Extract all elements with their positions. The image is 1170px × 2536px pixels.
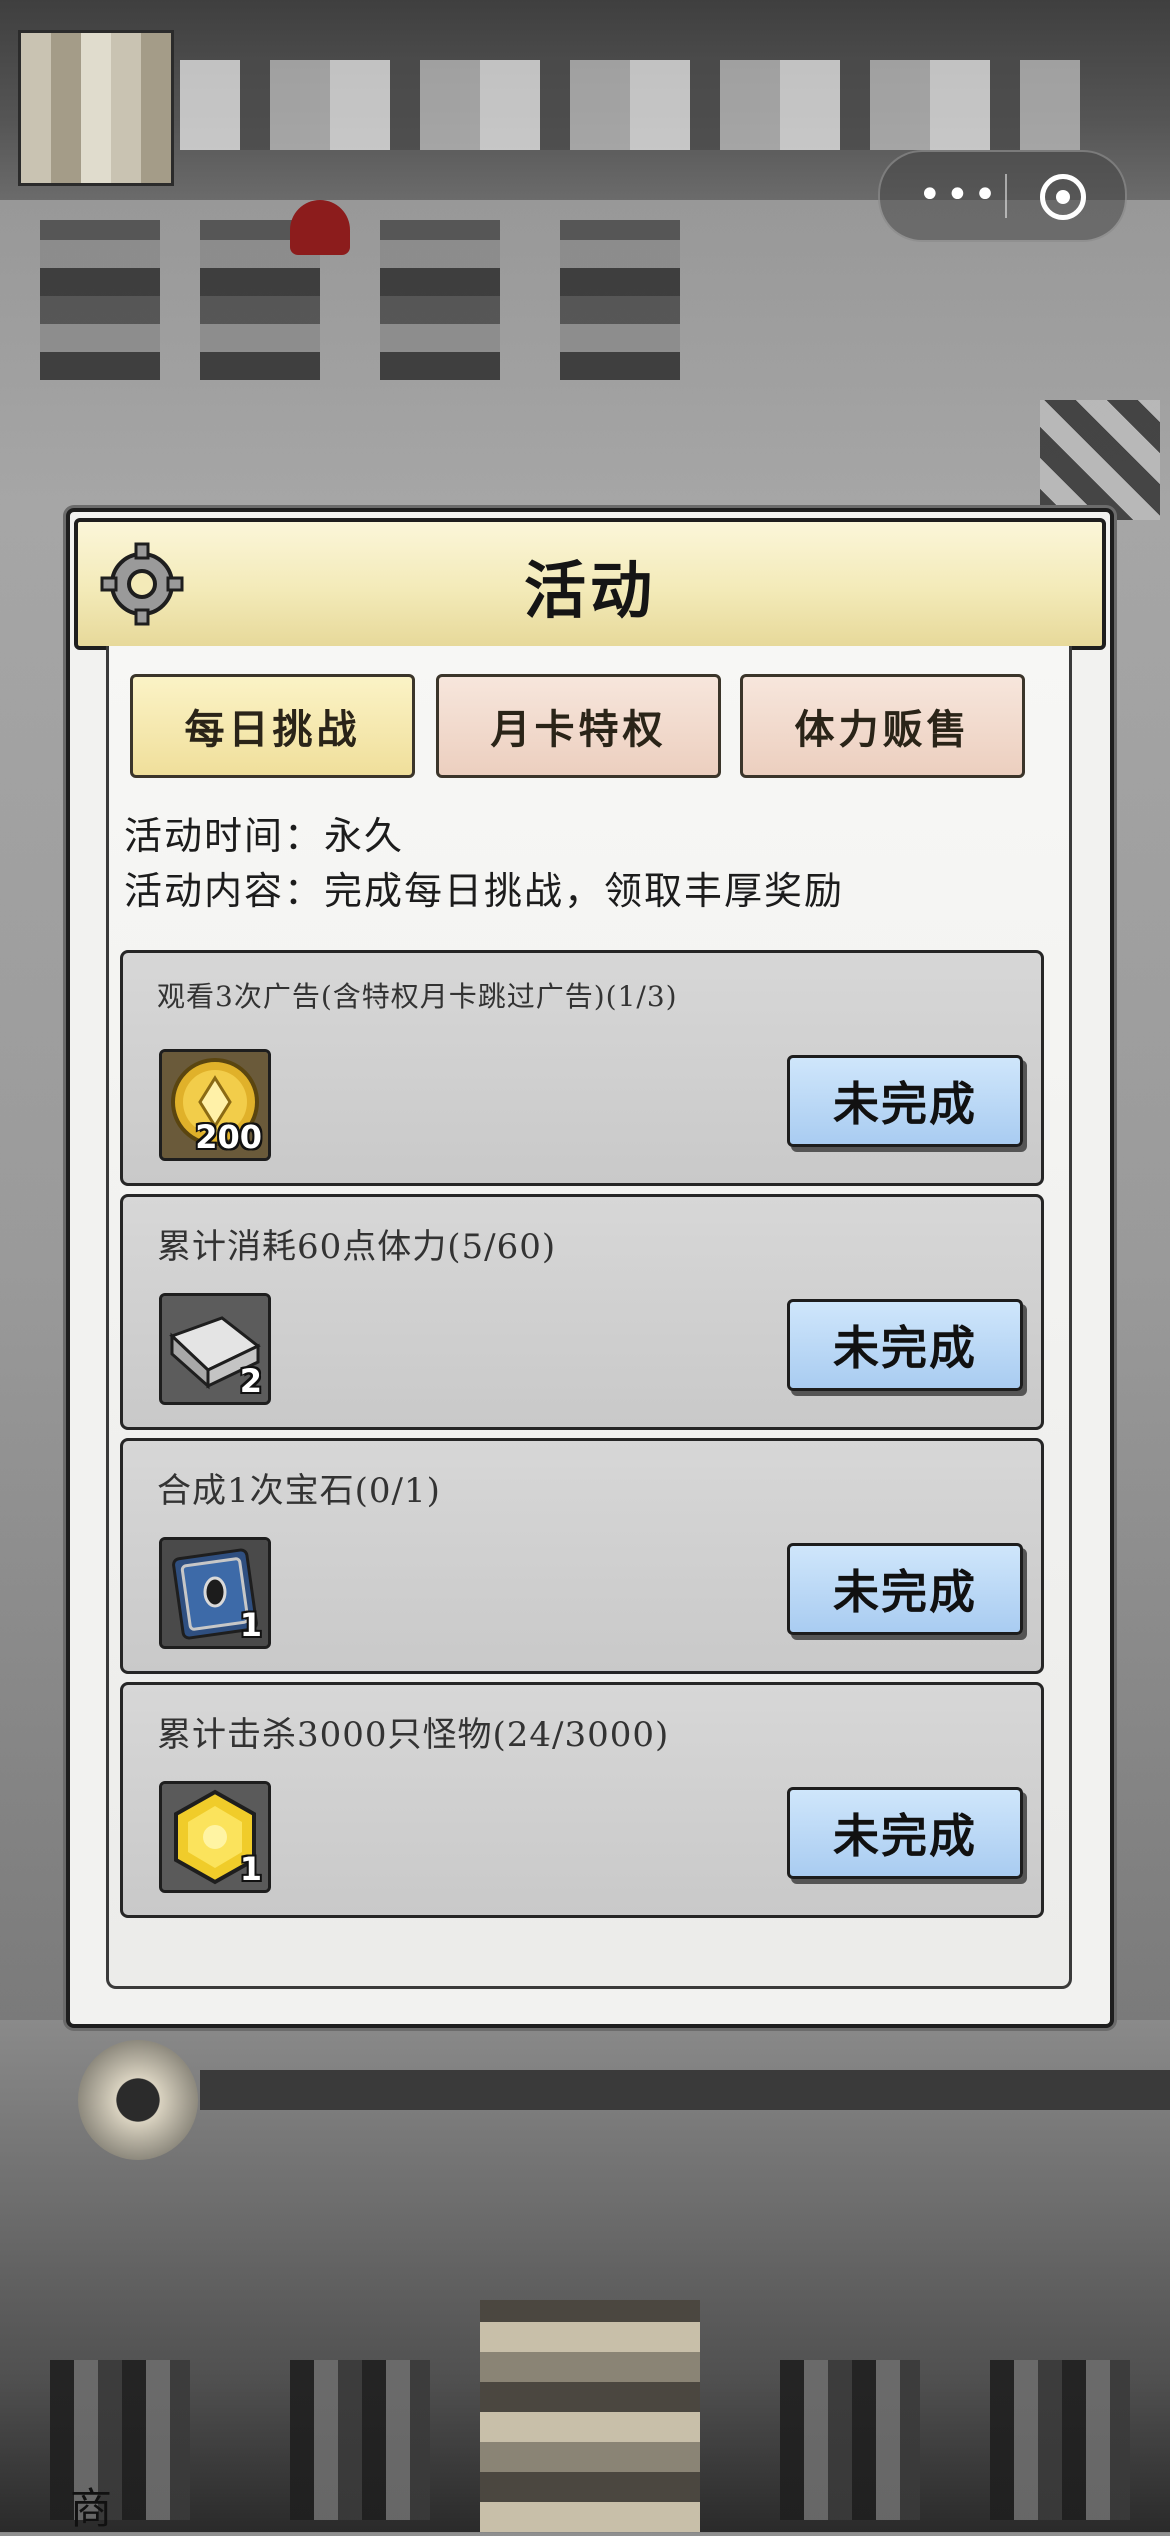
- nav-item-2-icon[interactable]: [290, 2360, 430, 2520]
- status-button[interactable]: 未完成: [787, 1055, 1023, 1147]
- notification-dot-icon: [290, 200, 350, 255]
- nav-item-5-icon[interactable]: [990, 2360, 1130, 2520]
- status-button[interactable]: 未完成: [787, 1299, 1023, 1391]
- reward-slot[interactable]: 2: [159, 1293, 271, 1405]
- modal-title: 活动: [523, 554, 656, 627]
- reward-quantity: 1: [239, 1850, 262, 1888]
- task-title: 累计消耗60点体力(5/60): [157, 1227, 557, 1267]
- side-event-icon[interactable]: [1040, 400, 1160, 520]
- task-title: 累计击杀3000只怪物(24/3000): [157, 1715, 670, 1755]
- reward-quantity: 1: [239, 1606, 262, 1644]
- mini-program-capsule[interactable]: •••: [878, 150, 1127, 242]
- task-title: 合成1次宝石(0/1): [157, 1471, 441, 1511]
- tab-monthly-card[interactable]: 月卡特权: [436, 674, 721, 778]
- status-button[interactable]: 未完成: [787, 1787, 1023, 1879]
- modal-header: 活动: [74, 518, 1106, 650]
- tab-stamina-sale[interactable]: 体力贩售: [740, 674, 1025, 778]
- task-card: 合成1次宝石(0/1) 1 未完成: [120, 1438, 1044, 1674]
- settings-icon[interactable]: [40, 220, 160, 380]
- status-button[interactable]: 未完成: [787, 1543, 1023, 1635]
- reward-quantity: 2: [239, 1362, 262, 1400]
- reward-slot[interactable]: 200: [159, 1049, 271, 1161]
- reward-slot[interactable]: 1: [159, 1781, 271, 1893]
- nav-item-4-icon[interactable]: [780, 2360, 920, 2520]
- nav-shop-label[interactable]: 商: [70, 2475, 112, 2536]
- more-icon[interactable]: •••: [918, 175, 1001, 215]
- tab-daily-challenge[interactable]: 每日挑战: [130, 674, 415, 778]
- player-avatar[interactable]: [18, 30, 174, 186]
- activity-time: 活动时间：永久: [124, 814, 405, 858]
- reward-slot[interactable]: 1: [159, 1537, 271, 1649]
- close-miniprogram-icon[interactable]: [1040, 174, 1086, 220]
- activity-content: 活动内容：完成每日挑战，领取丰厚奖励: [124, 869, 845, 913]
- task-card: 累计击杀3000只怪物(24/3000) 1 未完成: [120, 1682, 1044, 1918]
- reward-quantity: 200: [195, 1118, 262, 1156]
- task-title: 观看3次广告(含特权月卡跳过广告)(1/3): [157, 980, 678, 1013]
- character-icon[interactable]: [380, 220, 500, 380]
- bag-icon[interactable]: [560, 220, 680, 380]
- task-card: 累计消耗60点体力(5/60) 2 未完成: [120, 1194, 1044, 1430]
- nav-battle-icon[interactable]: [480, 2300, 700, 2532]
- quick-action-icon[interactable]: [78, 2040, 198, 2160]
- currency-bar: [180, 60, 1080, 150]
- task-card: 观看3次广告(含特权月卡跳过广告)(1/3) 200 未完成: [120, 950, 1044, 1186]
- bottom-bar: [200, 2070, 1170, 2110]
